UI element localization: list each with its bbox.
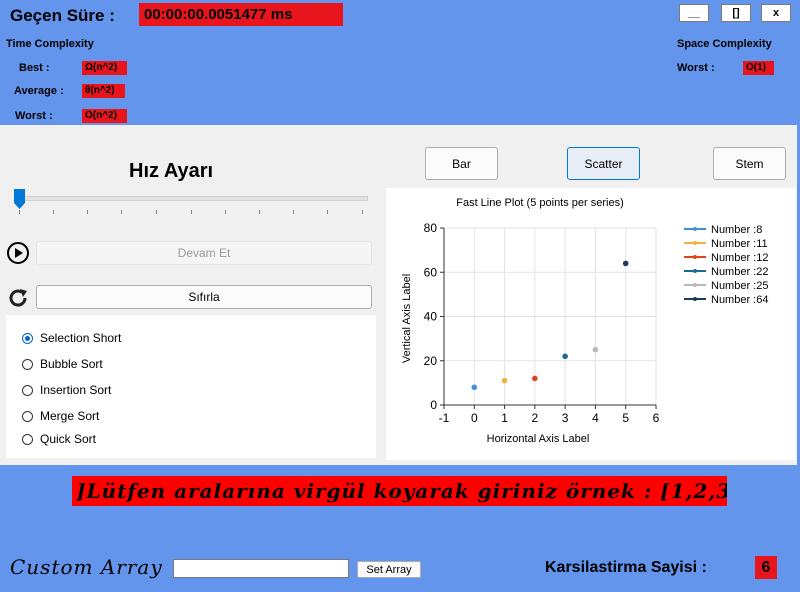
- legend-entry: Number :12: [711, 252, 768, 264]
- space-complexity-title: Space Complexity: [677, 38, 772, 50]
- scatter-chart-button[interactable]: Scatter: [567, 147, 640, 180]
- y-tick-label: 20: [424, 354, 438, 368]
- legend-entry: Number :25: [711, 280, 768, 292]
- algorithm-option-label: Selection Short: [40, 331, 122, 345]
- custom-array-label: Custom Array: [10, 555, 163, 579]
- play-icon[interactable]: [6, 241, 30, 265]
- y-axis-label: Vertical Axis Label: [401, 274, 413, 363]
- reset-icon[interactable]: [6, 286, 30, 310]
- speed-title: Hız Ayarı: [129, 160, 214, 182]
- legend-entry: Number :11: [711, 238, 768, 250]
- radio-button[interactable]: [22, 332, 33, 344]
- y-tick-label: 80: [424, 221, 438, 235]
- maximize-button[interactable]: []: [721, 4, 751, 22]
- legend-marker: [693, 241, 697, 245]
- time-complexity-title: Time Complexity: [6, 38, 94, 50]
- x-axis-label: Horizontal Axis Label: [487, 433, 590, 445]
- algorithm-option[interactable]: Quick Sort: [22, 432, 96, 446]
- reset-button[interactable]: Sıfırla: [36, 285, 372, 309]
- continue-button[interactable]: Devam Et: [36, 241, 372, 265]
- y-tick-label: 0: [430, 398, 437, 412]
- legend-entry: Number :64: [711, 294, 768, 306]
- x-tick-label: 4: [592, 411, 599, 425]
- worst-value: O(n^2): [82, 109, 127, 123]
- x-tick-label: 0: [471, 411, 478, 425]
- radio-button[interactable]: [22, 384, 33, 396]
- comparisons-label: Karsilastirma Sayisi :: [545, 559, 707, 576]
- radio-button[interactable]: [22, 358, 33, 370]
- algorithm-option[interactable]: Bubble Sort: [22, 357, 103, 371]
- elapsed-time-label: Geçen Süre :: [10, 6, 115, 25]
- legend-entry: Number :8: [711, 224, 762, 236]
- algorithm-option-label: Bubble Sort: [40, 357, 103, 371]
- scatter-chart: Fast Line Plot (5 points per series)-1 0 1…: [401, 197, 768, 445]
- algorithm-option-label: Merge Sort: [40, 409, 100, 423]
- algorithm-option-label: Quick Sort: [40, 432, 97, 446]
- data-point: [592, 346, 599, 353]
- x-tick-label: 1: [501, 411, 508, 425]
- worst-label: Worst :: [15, 110, 53, 122]
- close-button[interactable]: x: [761, 4, 791, 22]
- x-tick-label: -1: [439, 411, 450, 425]
- minimize-button[interactable]: __: [679, 4, 709, 22]
- space-worst-value: O(1): [743, 61, 774, 75]
- best-label: Best :: [19, 62, 50, 74]
- radio-button[interactable]: [22, 410, 33, 422]
- radio-button[interactable]: [22, 433, 33, 445]
- data-point: [501, 377, 508, 384]
- chart-container: Fast Line Plot (5 points per series) -1 0 1…: [386, 188, 796, 460]
- algorithm-option[interactable]: Insertion Sort: [22, 383, 111, 397]
- best-value: Ω(n^2): [82, 61, 127, 75]
- x-tick-label: 5: [622, 411, 629, 425]
- x-tick-label: 6: [653, 411, 660, 425]
- custom-array-input[interactable]: [173, 559, 349, 578]
- set-array-button[interactable]: Set Array: [357, 561, 421, 578]
- algorithm-option[interactable]: Merge Sort: [22, 409, 99, 423]
- legend-marker: [693, 227, 697, 231]
- legend-marker: [693, 297, 697, 301]
- legend-marker: [693, 283, 697, 287]
- slider-track: [16, 196, 368, 201]
- algorithm-option[interactable]: Selection Short: [22, 331, 121, 345]
- average-label: Average :: [14, 85, 64, 97]
- chart-title: Fast Line Plot (5 points per series): [456, 197, 624, 209]
- comparisons-value: 6: [755, 556, 777, 579]
- space-worst-label: Worst :: [677, 62, 715, 74]
- x-tick-label: 2: [532, 411, 539, 425]
- stem-chart-button[interactable]: Stem: [713, 147, 786, 180]
- legend-entry: Number :22: [711, 266, 768, 278]
- average-value: θ(n^2): [82, 84, 125, 98]
- slider-ticks: [19, 210, 369, 214]
- data-point: [532, 375, 538, 382]
- bar-chart-button[interactable]: Bar: [425, 147, 498, 180]
- data-point: [562, 353, 568, 360]
- y-tick-label: 40: [424, 310, 438, 324]
- legend-marker: [693, 255, 697, 259]
- data-point: [622, 260, 629, 267]
- y-tick-label: 60: [424, 265, 438, 279]
- algorithm-option-label: Insertion Sort: [40, 383, 112, 397]
- slider-thumb[interactable]: [14, 189, 25, 209]
- data-point: [471, 384, 478, 391]
- instruction-banner: ]Lütfen aralarına virgül koyarak giriniz…: [72, 476, 727, 506]
- elapsed-time-value: 00:00:00.0051477 ms: [139, 3, 343, 26]
- speed-slider[interactable]: [12, 188, 368, 218]
- x-tick-label: 3: [562, 411, 569, 425]
- legend-marker: [693, 269, 697, 273]
